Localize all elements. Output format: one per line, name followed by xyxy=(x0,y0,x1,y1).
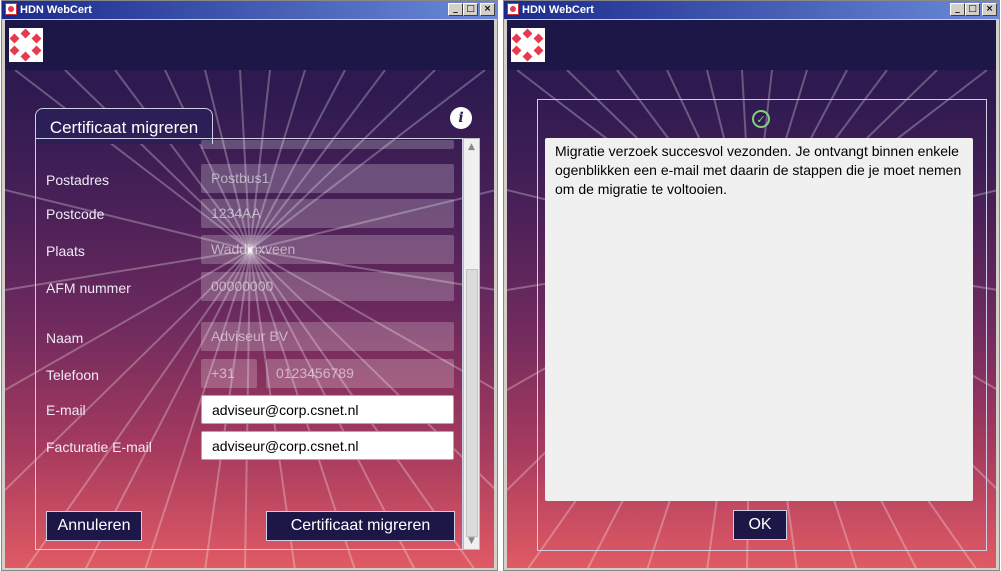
afm-nummer-field: 00000000 xyxy=(201,272,454,301)
telefoon-prefix-field: +31 xyxy=(201,359,257,388)
postadres-field: Postbus1 xyxy=(201,164,454,193)
confirmation-message: Migratie verzoek succesvol vezonden. Je … xyxy=(555,143,962,197)
email-label: E-mail xyxy=(46,402,86,418)
webcert-window-confirmation: HDN WebCert _ □ × ✓ Migratie verzoek suc… xyxy=(503,0,1000,571)
facturatie-email-label: Facturatie E-mail xyxy=(46,439,152,455)
close-button[interactable]: × xyxy=(480,3,495,16)
header-bar xyxy=(507,20,996,70)
minimize-button[interactable]: _ xyxy=(448,3,463,16)
header-bar xyxy=(5,20,494,70)
postadres-label: Postadres xyxy=(46,172,110,188)
form-scrollbar[interactable]: ▲ ▼ xyxy=(463,138,480,550)
hdn-logo-icon xyxy=(511,28,545,62)
facturatie-email-field[interactable]: adviseur@corp.csnet.nl xyxy=(201,431,454,460)
postcode-label: Postcode xyxy=(46,206,105,222)
plaats-field: Waddinxveen xyxy=(201,235,454,264)
migrate-certificate-button[interactable]: Certificaat migreren xyxy=(266,511,455,541)
ok-button[interactable]: OK xyxy=(733,510,787,540)
scroll-up-icon[interactable]: ▲ xyxy=(464,139,479,155)
telefoon-field: 0123456789 xyxy=(266,359,454,388)
scrolled-field-top xyxy=(201,140,454,149)
success-check-icon: ✓ xyxy=(752,110,770,128)
email-field[interactable]: adviseur@corp.csnet.nl xyxy=(201,395,454,424)
afm-nummer-label: AFM nummer xyxy=(46,280,131,296)
app-icon xyxy=(507,3,519,15)
title-bar[interactable]: HDN WebCert _ □ × xyxy=(504,1,999,19)
naam-label: Naam xyxy=(46,330,84,346)
scrollbar-thumb[interactable] xyxy=(466,269,478,537)
postcode-field: 1234AA xyxy=(201,199,454,228)
window-client-area: Certificaat migreren i Postadres Postbus… xyxy=(5,20,494,568)
telefoon-label: Telefoon xyxy=(46,367,99,383)
info-icon[interactable]: i xyxy=(450,107,472,129)
hdn-logo-icon xyxy=(9,28,43,62)
webcert-window-migrate: HDN WebCert _ □ × Certificaat migreren i… xyxy=(1,0,498,571)
maximize-button[interactable]: □ xyxy=(965,3,980,16)
maximize-button[interactable]: □ xyxy=(463,3,478,16)
window-client-area: ✓ Migratie verzoek succesvol vezonden. J… xyxy=(507,20,996,568)
naam-field: Adviseur BV xyxy=(201,322,454,351)
scroll-down-icon[interactable]: ▼ xyxy=(464,533,479,549)
plaats-label: Plaats xyxy=(46,243,85,259)
window-title: HDN WebCert xyxy=(20,4,92,16)
cancel-button[interactable]: Annuleren xyxy=(46,511,142,541)
window-title: HDN WebCert xyxy=(522,4,594,16)
title-bar[interactable]: HDN WebCert _ □ × xyxy=(2,1,497,19)
close-button[interactable]: × xyxy=(982,3,997,16)
app-icon xyxy=(5,3,17,15)
minimize-button[interactable]: _ xyxy=(950,3,965,16)
